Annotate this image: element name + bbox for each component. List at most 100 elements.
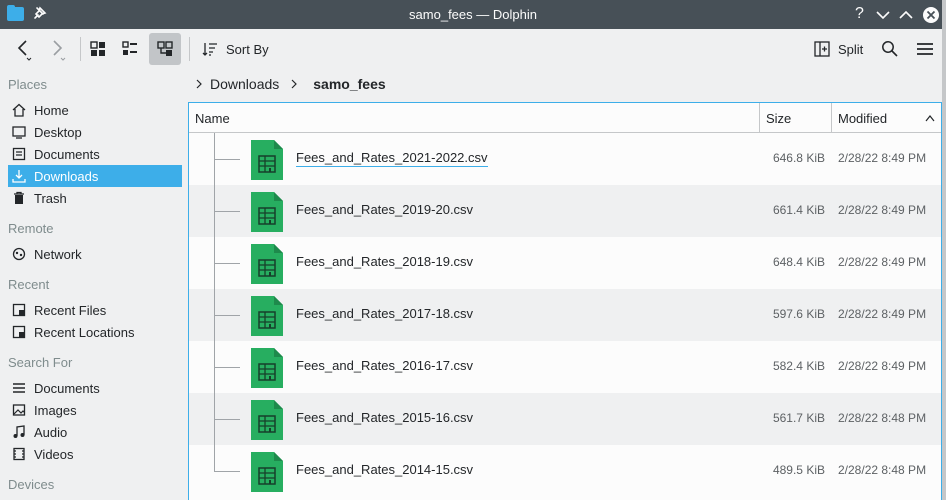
file-size: 561.7 KiB bbox=[772, 411, 825, 425]
file-size: 582.4 KiB bbox=[772, 359, 825, 373]
window-title: samo_fees — Dolphin bbox=[409, 7, 537, 22]
csv-file-icon bbox=[251, 140, 283, 180]
desktop-icon bbox=[12, 126, 26, 139]
file-modified: 2/28/22 8:49 PM bbox=[838, 307, 927, 321]
chevron-right-icon bbox=[196, 79, 202, 89]
sidebar-item-label: Network bbox=[34, 246, 82, 262]
file-modified: 2/28/22 8:49 PM bbox=[838, 151, 927, 165]
column-header: Name Size Modified bbox=[189, 103, 941, 133]
forward-arrow-icon bbox=[53, 40, 66, 61]
file-modified: 2/28/22 8:49 PM bbox=[838, 255, 927, 269]
forward-button[interactable] bbox=[42, 33, 72, 65]
sidebar-item-downloads[interactable]: Downloads bbox=[8, 165, 182, 187]
sidebar-item-recent-locations[interactable]: Recent Locations bbox=[8, 321, 182, 343]
sidebar-item-home[interactable]: Home bbox=[8, 99, 182, 121]
sidebar-item-label: Home bbox=[34, 102, 69, 118]
trash-icon bbox=[14, 191, 24, 204]
breadcrumb-downloads[interactable]: Downloads bbox=[210, 76, 279, 92]
downloads-icon bbox=[12, 170, 26, 183]
file-size: 489.5 KiB bbox=[772, 463, 825, 477]
file-name: Fees_and_Rates_2016-17.csv bbox=[296, 358, 474, 373]
sidebar-item-label: Recent Locations bbox=[34, 324, 135, 340]
sidebar-item-search-images[interactable]: Images bbox=[8, 399, 182, 421]
file-view[interactable]: Name Size Modified Fees_and_Rates_2021-2… bbox=[188, 102, 942, 500]
sidebar-item-label: Desktop bbox=[34, 124, 82, 140]
breadcrumb-current[interactable]: samo_fees bbox=[313, 76, 385, 92]
table-row[interactable]: Fees_and_Rates_2021-2022.csv 646.8 KiB 2… bbox=[189, 133, 941, 185]
help-button[interactable]: ? bbox=[851, 5, 871, 25]
column-name[interactable]: Name bbox=[189, 103, 759, 133]
recent-files-icon bbox=[12, 303, 26, 317]
file-modified: 2/28/22 8:49 PM bbox=[838, 359, 927, 373]
file-size: 646.8 KiB bbox=[772, 151, 825, 165]
sidebar-item-network[interactable]: Network bbox=[8, 243, 182, 265]
column-modified-label: Modified bbox=[838, 110, 888, 126]
split-view-icon bbox=[814, 41, 830, 57]
maximize-button[interactable] bbox=[896, 5, 916, 25]
home-icon bbox=[12, 103, 26, 117]
search-button[interactable] bbox=[876, 33, 904, 65]
icons-view-button[interactable] bbox=[84, 33, 112, 65]
sidebar-item-label: Documents bbox=[34, 380, 100, 396]
chevron-right-icon[interactable] bbox=[289, 79, 299, 89]
file-name: Fees_and_Rates_2018-19.csv bbox=[296, 254, 474, 269]
title-bar: samo_fees — Dolphin ? bbox=[0, 0, 946, 29]
videos-icon bbox=[13, 447, 25, 461]
sort-icon bbox=[202, 43, 217, 56]
table-row[interactable]: Fees_and_Rates_2017-18.csv 597.6 KiB 2/2… bbox=[189, 289, 941, 341]
sidebar-item-search-videos[interactable]: Videos bbox=[8, 443, 182, 465]
search-icon bbox=[882, 41, 898, 57]
details-view-icon bbox=[157, 41, 173, 56]
split-button[interactable]: Split bbox=[808, 33, 870, 65]
sidebar-item-recent-files[interactable]: Recent Files bbox=[8, 299, 182, 321]
documents-icon bbox=[13, 383, 25, 393]
recent-heading: Recent bbox=[8, 277, 50, 292]
back-arrow-icon bbox=[17, 40, 32, 61]
column-size[interactable]: Size bbox=[759, 103, 831, 133]
column-name-label: Name bbox=[195, 110, 230, 126]
file-modified: 2/28/22 8:49 PM bbox=[838, 203, 927, 217]
back-button[interactable] bbox=[8, 33, 38, 65]
table-row[interactable]: Fees_and_Rates_2016-17.csv 582.4 KiB 2/2… bbox=[189, 341, 941, 393]
sidebar-item-label: Downloads bbox=[34, 168, 99, 184]
csv-file-icon bbox=[251, 452, 283, 492]
audio-icon bbox=[13, 425, 25, 438]
sidebar-item-search-audio[interactable]: Audio bbox=[8, 421, 182, 443]
table-row[interactable]: Fees_and_Rates_2014-15.csv 489.5 KiB 2/2… bbox=[189, 445, 941, 497]
icons-view-icon bbox=[90, 41, 105, 56]
documents-icon bbox=[12, 147, 26, 161]
table-row[interactable]: Fees_and_Rates_2019-20.csv 661.4 KiB 2/2… bbox=[189, 185, 941, 237]
search-for-heading: Search For bbox=[8, 355, 73, 370]
column-size-label: Size bbox=[766, 110, 792, 126]
compact-view-button[interactable] bbox=[116, 33, 144, 65]
file-name: Fees_and_Rates_2017-18.csv bbox=[296, 306, 474, 321]
hamburger-menu-icon bbox=[917, 43, 933, 55]
sidebar-item-trash[interactable]: Trash bbox=[8, 187, 182, 209]
network-icon bbox=[12, 247, 26, 261]
minimize-button[interactable] bbox=[873, 5, 893, 25]
close-button[interactable] bbox=[921, 5, 941, 25]
toolbar: Sort By Split bbox=[0, 29, 946, 69]
split-label: Split bbox=[838, 41, 864, 57]
sidebar-item-label: Recent Files bbox=[34, 302, 107, 318]
help-icon: ? bbox=[855, 5, 864, 22]
csv-file-icon bbox=[251, 244, 283, 284]
breadcrumb: Downloads samo_fees bbox=[190, 72, 386, 96]
sidebar-item-label: Documents bbox=[34, 146, 100, 162]
menu-button[interactable] bbox=[910, 33, 940, 65]
sidebar-item-search-documents[interactable]: Documents bbox=[8, 377, 182, 399]
sidebar-item-label: Audio bbox=[34, 424, 68, 440]
sidebar-item-desktop[interactable]: Desktop bbox=[8, 121, 182, 143]
file-name: Fees_and_Rates_2019-20.csv bbox=[296, 202, 474, 217]
file-modified: 2/28/22 8:48 PM bbox=[838, 463, 927, 477]
sidebar-item-documents[interactable]: Documents bbox=[8, 143, 182, 165]
sort-by-button[interactable]: Sort By bbox=[196, 33, 276, 65]
details-view-button[interactable] bbox=[149, 33, 181, 65]
file-size: 661.4 KiB bbox=[772, 203, 825, 217]
column-modified[interactable]: Modified bbox=[831, 103, 941, 133]
table-row[interactable]: Fees_and_Rates_2015-16.csv 561.7 KiB 2/2… bbox=[189, 393, 941, 445]
csv-file-icon bbox=[251, 192, 283, 232]
table-row[interactable]: Fees_and_Rates_2018-19.csv 648.4 KiB 2/2… bbox=[189, 237, 941, 289]
devices-heading: Devices bbox=[8, 477, 55, 492]
remote-heading: Remote bbox=[8, 221, 54, 236]
